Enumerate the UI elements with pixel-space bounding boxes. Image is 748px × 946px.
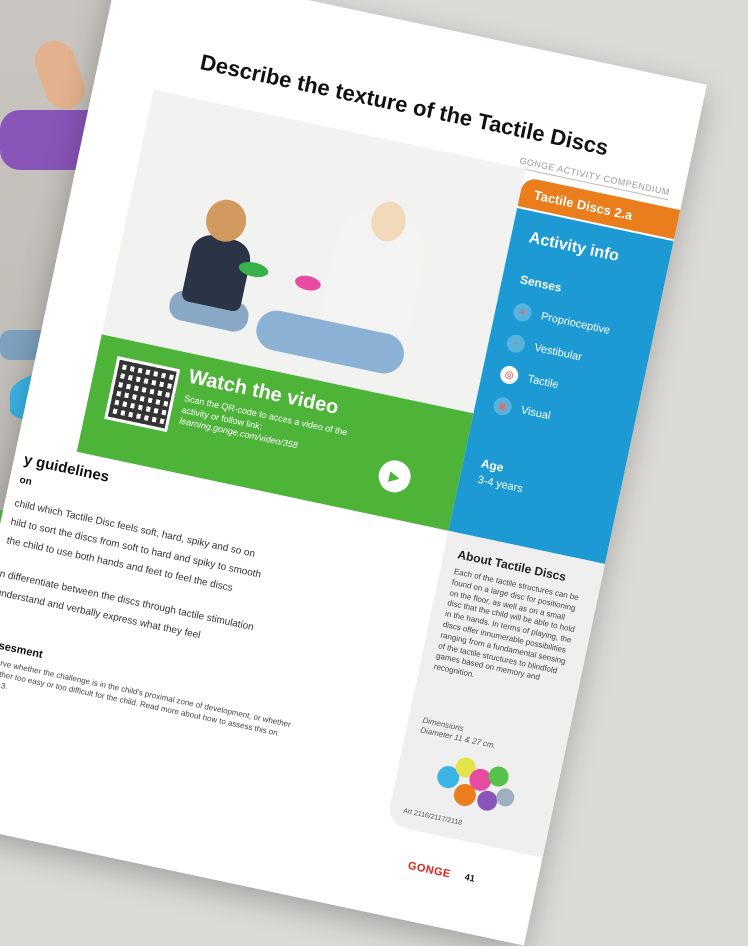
disc-dot bbox=[494, 786, 516, 809]
qr-code[interactable] bbox=[104, 356, 181, 433]
pink-tactile-disc bbox=[293, 273, 323, 293]
sense-label: Vestibular bbox=[533, 341, 583, 364]
assessment-title: Assesment bbox=[0, 637, 44, 661]
sense-label: Proprioceptive bbox=[539, 310, 612, 337]
age-heading: Age bbox=[479, 456, 505, 475]
age-value: 3-4 years bbox=[476, 473, 524, 496]
proprioceptive-icon: ✶ bbox=[511, 301, 534, 324]
disc-dot bbox=[475, 788, 500, 813]
tactile-discs-image bbox=[431, 750, 520, 819]
tactile-icon: ◎ bbox=[498, 364, 520, 386]
sense-vestibular: ~ Vestibular bbox=[505, 333, 583, 366]
activity-info-title: Activity info bbox=[527, 229, 621, 265]
play-icon: ▶ bbox=[387, 466, 402, 485]
visual-icon: ◉ bbox=[491, 395, 514, 417]
assessment-text: Observe whether the challenge is in the … bbox=[0, 654, 292, 738]
sense-proprioceptive: ✶ Proprioceptive bbox=[511, 301, 612, 340]
page-number: 41 bbox=[463, 871, 476, 884]
sense-label: Visual bbox=[519, 404, 552, 423]
about-text: Each of the tactile structures can be fo… bbox=[433, 566, 580, 683]
article-numbers: Art 2116/2117/2118 bbox=[402, 807, 463, 827]
sense-visual: ◉ Visual bbox=[491, 395, 552, 426]
guidelines-subtitle: on bbox=[18, 474, 33, 488]
senses-heading: Senses bbox=[518, 272, 563, 295]
sense-tactile: ◎ Tactile bbox=[498, 364, 561, 394]
sense-label: Tactile bbox=[526, 373, 560, 392]
vestibular-icon: ~ bbox=[505, 333, 527, 355]
child-arm-shape bbox=[29, 35, 91, 115]
activity-page: Describe the texture of the Tactile Disc… bbox=[0, 0, 707, 946]
dimensions: Dimensions Diameter 11 & 27 cm. bbox=[419, 716, 498, 752]
qr-code-pattern bbox=[107, 359, 177, 429]
gonge-logo: GONGE bbox=[406, 859, 452, 881]
play-button[interactable]: ▶ bbox=[375, 457, 414, 496]
